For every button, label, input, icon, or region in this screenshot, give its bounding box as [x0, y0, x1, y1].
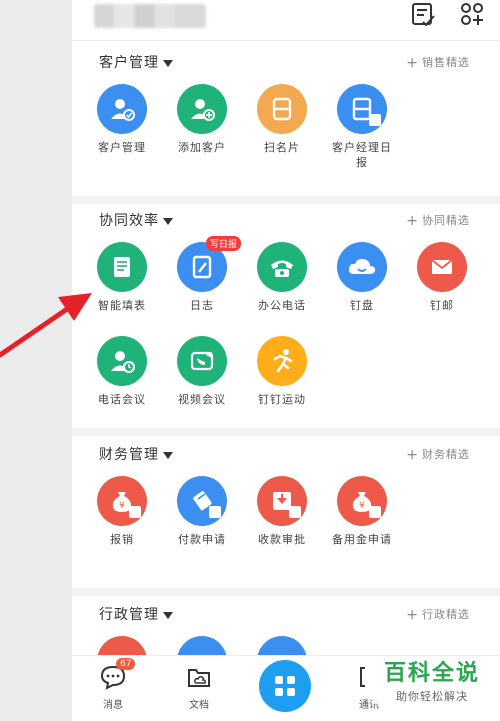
caret-down-icon [163, 611, 173, 619]
nav-messages[interactable]: 67 消息 [78, 658, 148, 711]
caret-down-icon [163, 59, 173, 67]
section-admin: 行政管理 + 行政精选 [72, 598, 500, 686]
section-customer: 客户管理 + 销售精选 客户管理 添加客户 扫名片 客户经理日报 [72, 46, 500, 196]
svg-text:¥: ¥ [119, 501, 125, 511]
section-link[interactable]: + 销售精选 [406, 54, 470, 71]
section-divider [72, 428, 500, 436]
app-customer-management[interactable]: 客户管理 [82, 84, 162, 155]
app-office-phone[interactable]: 办公电话 [242, 242, 322, 313]
caret-down-icon [163, 451, 173, 459]
person-check-icon [97, 84, 147, 134]
running-person-icon [257, 336, 307, 386]
svg-text:¥: ¥ [359, 501, 365, 511]
person-tag-icon [369, 506, 381, 518]
folder-cloud-icon [188, 669, 210, 687]
payment-icon [177, 476, 227, 526]
section-title[interactable]: 协同效率 [99, 210, 173, 230]
site-watermark: 百科全说 助你轻松解决 [372, 660, 492, 704]
app-receipt-approval[interactable]: 收款审批 [242, 476, 322, 547]
section-header-admin: 行政管理 + 行政精选 [72, 598, 500, 628]
section-header-customer: 客户管理 + 销售精选 [72, 46, 500, 76]
phone-conference-icon [97, 336, 147, 386]
smart-form-icon [97, 242, 147, 292]
receipt-download-icon [257, 476, 307, 526]
money-bag-icon: ¥ [337, 476, 387, 526]
section-title[interactable]: 客户管理 [99, 52, 173, 72]
daily-report-icon [337, 84, 387, 134]
app-video-conference[interactable]: 视频会议 [162, 336, 242, 407]
section-title[interactable]: 行政管理 [99, 604, 173, 624]
app-ding-mail[interactable]: 钉邮 [402, 242, 482, 313]
write-report-badge: 写日报 [205, 236, 241, 251]
nav-workbench-button[interactable] [259, 660, 311, 712]
money-bag-icon: ¥ [97, 476, 147, 526]
app-add-customer[interactable]: 添加客户 [162, 84, 242, 155]
section-header-finance: 财务管理 + 财务精选 [72, 438, 500, 468]
person-add-icon [177, 84, 227, 134]
app-reimbursement[interactable]: ¥ 报销 [82, 476, 162, 547]
app-petty-cash[interactable]: ¥ 备用金申请 [322, 476, 402, 547]
unread-count-badge: 67 [116, 658, 136, 670]
app-scan-card[interactable]: 扫名片 [242, 84, 322, 155]
section-divider [72, 196, 500, 204]
app-ding-sports[interactable]: 钉钉运动 [242, 336, 322, 407]
person-tag-icon [209, 506, 221, 518]
scan-card-icon [257, 84, 307, 134]
edit-list-icon[interactable] [408, 0, 438, 30]
workbench-panel: 客户管理 + 销售精选 客户管理 添加客户 扫名片 客户经理日报 协同效率 + … [72, 0, 500, 721]
blurred-org-name [94, 4, 206, 28]
video-call-icon [177, 336, 227, 386]
app-log[interactable]: 写日报 日志 [162, 236, 242, 313]
caret-down-icon [163, 217, 173, 225]
section-link[interactable]: + 财务精选 [406, 446, 470, 463]
section-divider [72, 588, 500, 596]
section-collaboration: 协同效率 + 协同精选 智能填表 写日报 日志 办公电话 钉盘 钉邮 电话会议 … [72, 204, 500, 434]
section-header-collaboration: 协同效率 + 协同精选 [72, 204, 500, 234]
section-link[interactable]: + 行政精选 [406, 606, 470, 623]
telephone-icon [257, 242, 307, 292]
section-link[interactable]: + 协同精选 [406, 212, 470, 229]
app-manager-report[interactable]: 客户经理日报 [322, 84, 402, 170]
red-arrow-annotation [0, 293, 92, 358]
section-title[interactable]: 财务管理 [99, 444, 173, 464]
grid-icon [275, 676, 295, 696]
top-bar [72, 0, 500, 41]
person-tag-icon [129, 506, 141, 518]
log-book-icon: 写日报 [177, 236, 241, 292]
app-ding-disk[interactable]: 钉盘 [322, 242, 402, 313]
person-tag-icon [369, 114, 381, 126]
nav-docs[interactable]: 文档 [164, 664, 234, 711]
mail-icon [417, 242, 467, 292]
add-app-grid-icon[interactable] [458, 0, 488, 30]
person-tag-icon [289, 506, 301, 518]
app-payment-request[interactable]: 付款申请 [162, 476, 242, 547]
section-finance: 财务管理 + 财务精选 ¥ 报销 付款申请 收款审批 ¥ 备用金申请 [72, 438, 500, 588]
cloud-icon [337, 242, 387, 292]
